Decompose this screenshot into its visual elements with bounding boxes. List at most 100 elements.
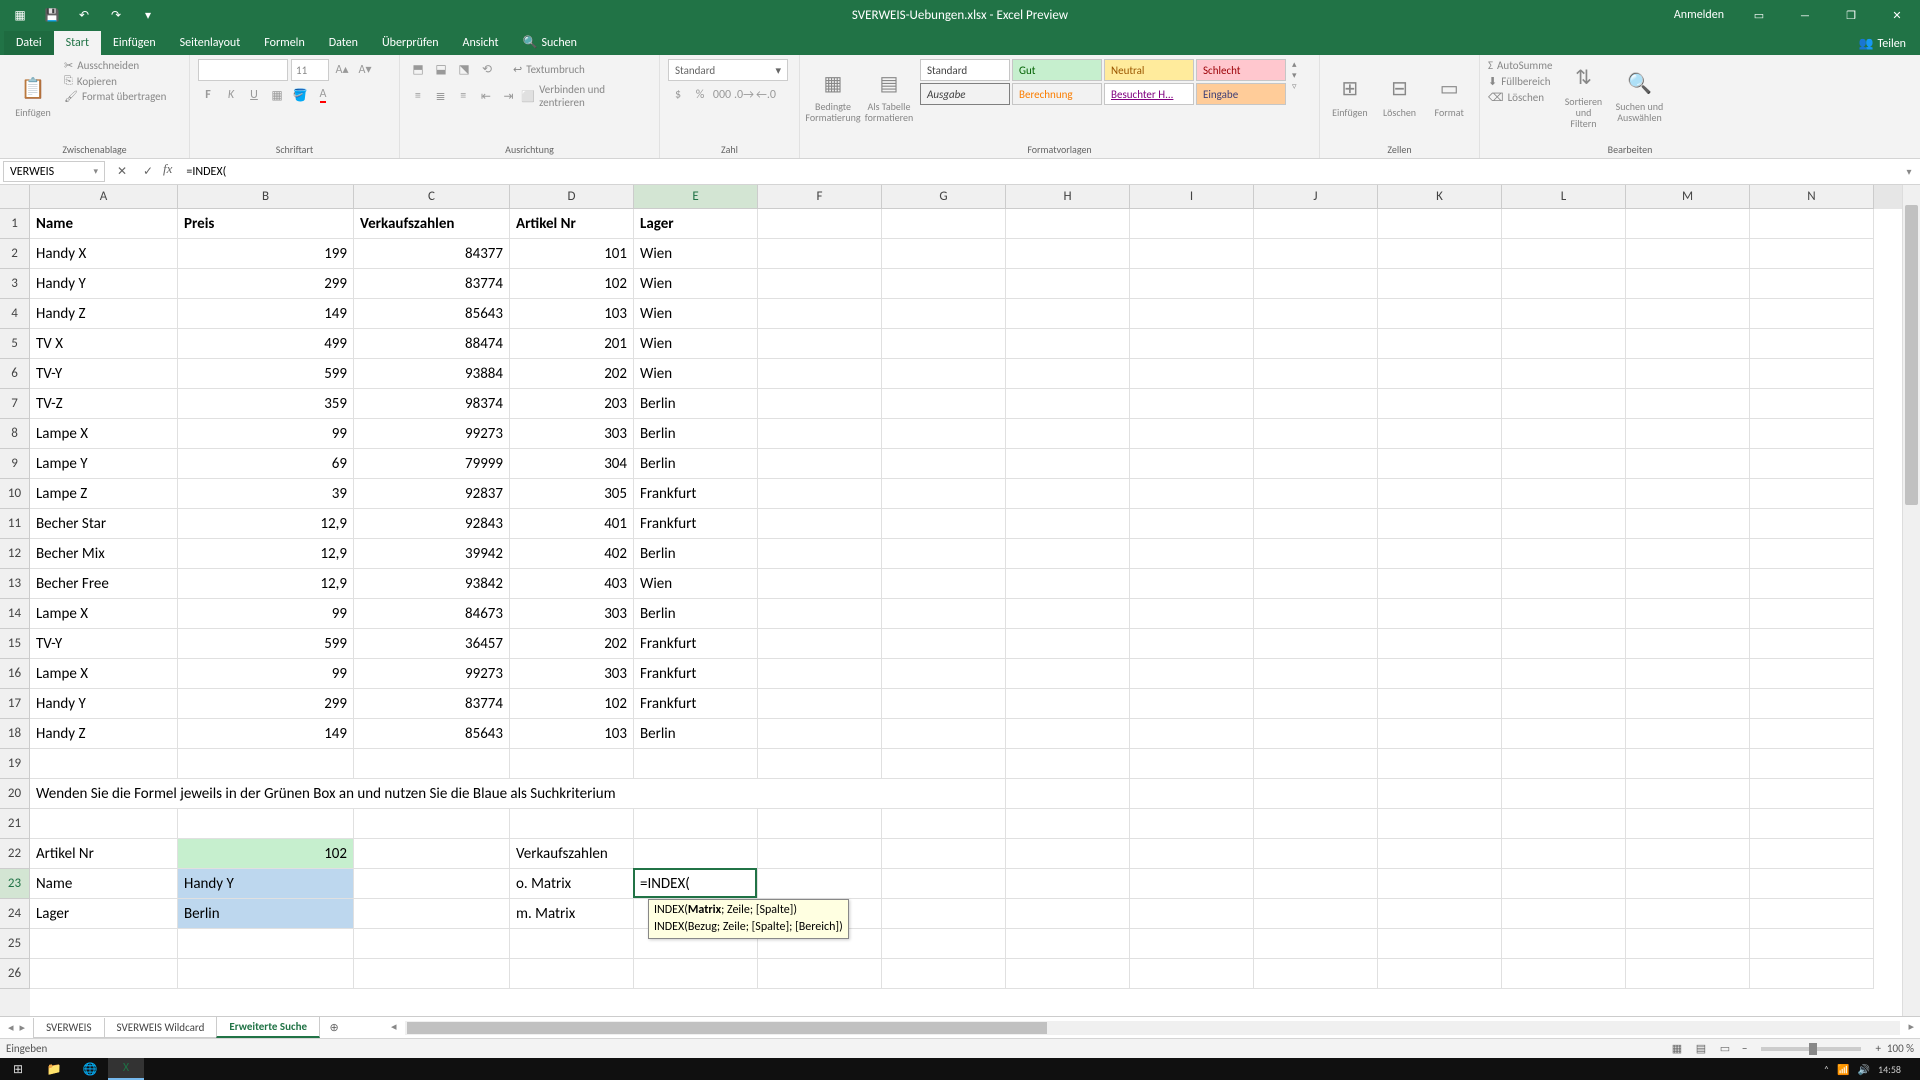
save-icon[interactable]: 💾 <box>38 2 66 28</box>
align-left-icon[interactable]: ≡ <box>408 86 428 106</box>
cell[interactable] <box>1378 959 1502 989</box>
signin-button[interactable]: Anmelden <box>1662 8 1736 22</box>
view-page-break-icon[interactable]: ▭ <box>1714 1041 1736 1057</box>
cell[interactable] <box>1378 479 1502 509</box>
cell[interactable]: 102 <box>510 269 634 299</box>
cell[interactable]: 84673 <box>354 599 510 629</box>
cell[interactable] <box>1626 719 1750 749</box>
cell[interactable] <box>1130 269 1254 299</box>
cell[interactable] <box>1006 299 1130 329</box>
cell[interactable] <box>1130 809 1254 839</box>
cell[interactable] <box>1254 719 1378 749</box>
row-header-23[interactable]: 23 <box>0 869 30 899</box>
cell[interactable] <box>1378 359 1502 389</box>
cell[interactable] <box>1626 839 1750 869</box>
cell[interactable]: Name <box>30 869 178 899</box>
cell[interactable] <box>1254 869 1378 899</box>
row-header-25[interactable]: 25 <box>0 929 30 959</box>
align-center-icon[interactable]: ≣ <box>431 86 451 106</box>
cell[interactable] <box>1626 899 1750 929</box>
view-normal-icon[interactable]: ▦ <box>1666 1041 1688 1057</box>
cell[interactable] <box>758 959 882 989</box>
cell[interactable]: Frankfurt <box>634 629 758 659</box>
style-gut[interactable]: Gut <box>1012 59 1102 81</box>
cell[interactable] <box>758 419 882 449</box>
cell[interactable] <box>1626 659 1750 689</box>
tab-formulas[interactable]: Formeln <box>252 31 316 55</box>
cell[interactable] <box>1378 299 1502 329</box>
cell[interactable] <box>758 359 882 389</box>
cell[interactable] <box>1378 569 1502 599</box>
format-cells-button[interactable]: ▭Format <box>1427 59 1471 131</box>
cell[interactable] <box>1130 629 1254 659</box>
cut-button[interactable]: ✂Ausschneiden <box>64 59 166 72</box>
tab-insert[interactable]: Einfügen <box>101 31 168 55</box>
cell[interactable] <box>1378 899 1502 929</box>
zoom-level[interactable]: 100 % <box>1887 1042 1914 1055</box>
cell[interactable] <box>1254 899 1378 929</box>
cell[interactable]: Becher Star <box>30 509 178 539</box>
cell[interactable]: 99 <box>178 599 354 629</box>
cell[interactable] <box>1378 659 1502 689</box>
cell[interactable] <box>1378 449 1502 479</box>
percent-icon[interactable]: % <box>690 85 710 105</box>
column-header-H[interactable]: H <box>1006 185 1130 209</box>
cell[interactable] <box>1750 719 1874 749</box>
hscroll-left-icon[interactable]: ◂ <box>391 1020 397 1033</box>
cell[interactable] <box>634 839 758 869</box>
cell[interactable] <box>1254 359 1378 389</box>
indent-inc-icon[interactable]: ⇥ <box>499 86 519 106</box>
zoom-out-icon[interactable]: − <box>1742 1042 1747 1055</box>
cell[interactable] <box>634 959 758 989</box>
cell[interactable] <box>1006 539 1130 569</box>
cell[interactable] <box>882 419 1006 449</box>
cell[interactable] <box>1626 959 1750 989</box>
cell[interactable] <box>1378 539 1502 569</box>
cell[interactable]: Wien <box>634 239 758 269</box>
cell[interactable]: 599 <box>178 359 354 389</box>
row-header-21[interactable]: 21 <box>0 809 30 839</box>
cell[interactable] <box>1626 209 1750 239</box>
cell[interactable] <box>354 959 510 989</box>
cell[interactable] <box>1006 779 1130 809</box>
style-neutral[interactable]: Neutral <box>1104 59 1194 81</box>
cell[interactable] <box>1626 569 1750 599</box>
sheet-nav-first-icon[interactable]: ◂ <box>8 1021 14 1034</box>
cell[interactable] <box>1130 599 1254 629</box>
cell[interactable] <box>1254 659 1378 689</box>
cell[interactable] <box>882 719 1006 749</box>
decrease-decimal-icon[interactable]: ←.0 <box>756 85 776 105</box>
cell[interactable] <box>1130 299 1254 329</box>
cell[interactable]: TV-Z <box>30 389 178 419</box>
cell[interactable] <box>1750 959 1874 989</box>
sheet-tab-sverweis[interactable]: SVERWEIS <box>33 1018 104 1038</box>
orientation-icon[interactable]: ⟲ <box>477 59 497 79</box>
row-header-26[interactable]: 26 <box>0 959 30 989</box>
underline-icon[interactable]: U <box>244 85 264 105</box>
cell[interactable] <box>1750 809 1874 839</box>
horizontal-scrollbar[interactable]: ◂ ▸ <box>405 1021 1900 1035</box>
zoom-in-icon[interactable]: + <box>1875 1042 1880 1055</box>
cell[interactable] <box>1626 869 1750 899</box>
row-header-3[interactable]: 3 <box>0 269 30 299</box>
cell[interactable] <box>1502 359 1626 389</box>
scrollbar-thumb[interactable] <box>1905 205 1918 505</box>
formula-input[interactable] <box>182 161 1898 182</box>
maximize-icon[interactable]: ❐ <box>1828 0 1874 30</box>
cell[interactable] <box>758 749 882 779</box>
cell[interactable] <box>882 959 1006 989</box>
row-header-2[interactable]: 2 <box>0 239 30 269</box>
style-schlecht[interactable]: Schlecht <box>1196 59 1286 81</box>
cell[interactable]: Lampe X <box>30 659 178 689</box>
cell[interactable] <box>510 749 634 779</box>
column-header-F[interactable]: F <box>758 185 882 209</box>
cell[interactable] <box>1750 569 1874 599</box>
cell[interactable]: Lampe Y <box>30 449 178 479</box>
cell[interactable] <box>1502 839 1626 869</box>
cell[interactable] <box>510 929 634 959</box>
column-header-E[interactable]: E <box>634 185 758 209</box>
cell[interactable] <box>1750 479 1874 509</box>
cell[interactable] <box>1750 359 1874 389</box>
accept-formula-icon[interactable]: ✓ <box>135 161 161 183</box>
cell[interactable] <box>1502 449 1626 479</box>
